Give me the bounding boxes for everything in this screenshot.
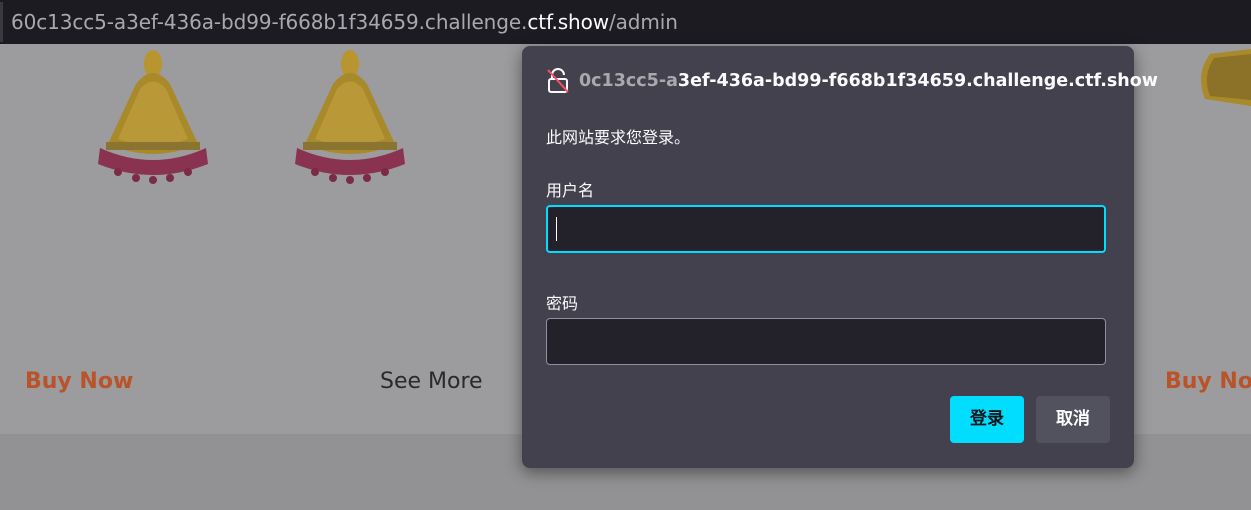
dialog-host-fade: 0c13cc5-a: [579, 71, 678, 91]
password-input[interactable]: [546, 318, 1106, 365]
url-prefix: 60c13cc5-a3ef-436a-bd99-f668b1f34659.cha…: [11, 10, 528, 34]
dialog-host: 0c13cc5-a3ef-436a-bd99-f668b1f34659.chal…: [579, 71, 1158, 91]
cancel-button[interactable]: 取消: [1036, 396, 1110, 443]
earring-image-1: [98, 50, 208, 184]
see-more-link[interactable]: See More: [380, 369, 483, 394]
url-text[interactable]: 60c13cc5-a3ef-436a-bd99-f668b1f34659.cha…: [11, 9, 678, 35]
username-input[interactable]: [546, 205, 1106, 253]
address-bar-edge: [0, 2, 3, 42]
dialog-message: 此网站要求您登录。: [546, 128, 691, 147]
buy-now-link-right[interactable]: Buy No: [1165, 369, 1251, 394]
insecure-lock-icon: [547, 68, 569, 93]
address-bar[interactable]: 60c13cc5-a3ef-436a-bd99-f668b1f34659.cha…: [0, 0, 1251, 44]
bangle-image: [1201, 49, 1251, 106]
dialog-host-rest: 3ef-436a-bd99-f668b1f34659.challenge.ctf…: [677, 71, 1158, 91]
login-button[interactable]: 登录: [950, 396, 1024, 443]
text-caret: [556, 217, 557, 241]
username-label: 用户名: [546, 181, 595, 200]
login-dialog: 0c13cc5-a3ef-436a-bd99-f668b1f34659.chal…: [522, 46, 1158, 468]
earring-image-2: [295, 50, 405, 184]
url-path: /admin: [609, 10, 678, 34]
password-label: 密码: [546, 294, 579, 313]
buy-now-link[interactable]: Buy Now: [25, 369, 133, 394]
url-host: ctf.show: [527, 10, 609, 34]
